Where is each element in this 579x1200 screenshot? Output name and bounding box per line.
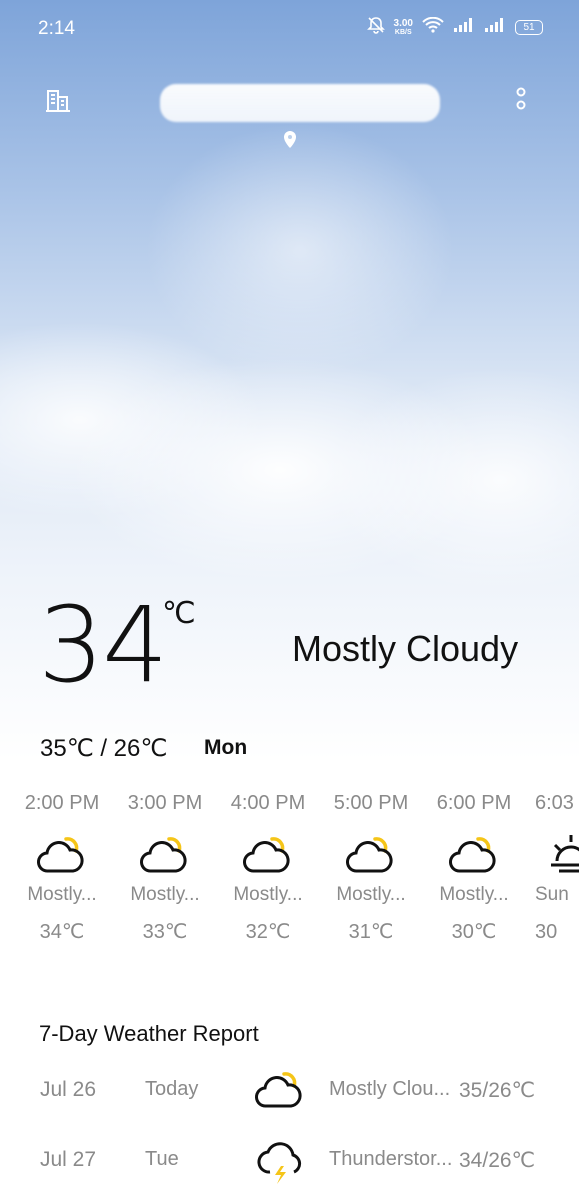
hour-time: 6:00 PM xyxy=(436,792,512,814)
hour-condition: Mostly... xyxy=(439,884,509,905)
battery-indicator: 51 xyxy=(515,20,543,35)
wifi-icon xyxy=(422,16,444,38)
hour-temperature: 33℃ xyxy=(142,921,188,943)
partly-cloudy-icon xyxy=(10,826,114,882)
status-time: 2:14 xyxy=(38,18,75,39)
more-options-icon[interactable] xyxy=(514,86,528,119)
day-name: Today xyxy=(145,1078,199,1100)
status-icons: 3.00 KB/S 51 xyxy=(366,16,543,39)
temperature-unit: ℃ xyxy=(162,597,196,630)
sunset-icon xyxy=(535,826,579,882)
partly-cloudy-icon xyxy=(319,826,423,882)
net-speed: 3.00 KB/S xyxy=(393,17,413,37)
hour-time: 4:00 PM xyxy=(230,792,306,814)
hourly-forecast[interactable]: 2:00 PM Mostly... 34℃ 3:00 PM Mostly... … xyxy=(0,790,579,960)
mute-bell-icon xyxy=(366,16,385,39)
hour-temperature: 32℃ xyxy=(245,921,291,943)
day-date: Jul 27 xyxy=(40,1148,97,1171)
hour-time: 3:00 PM xyxy=(127,792,203,814)
hour-temperature: 31℃ xyxy=(348,921,394,943)
hourly-item: 4:00 PM Mostly... 32℃ xyxy=(216,790,320,944)
hour-time: 6:03 xyxy=(535,792,574,814)
hour-temperature: 30 xyxy=(535,921,558,943)
hourly-item: 6:03 Sun 30 xyxy=(525,790,579,944)
hour-condition: Mostly... xyxy=(27,884,97,905)
signal-icon-2 xyxy=(484,17,506,38)
net-speed-value: 3.00 xyxy=(393,17,413,29)
hour-condition: Mostly... xyxy=(233,884,303,905)
hour-time: 5:00 PM xyxy=(333,792,409,814)
day-temperature: 34/26℃ xyxy=(459,1149,536,1172)
partly-cloudy-icon xyxy=(113,826,217,882)
hour-condition: Mostly... xyxy=(130,884,200,905)
day-temperature: 35/26℃ xyxy=(459,1079,536,1102)
partly-cloudy-icon xyxy=(422,826,526,882)
day-condition: Mostly Clou... xyxy=(329,1078,451,1100)
city-list-icon[interactable] xyxy=(44,86,72,119)
high-low-temperature: 35℃ / 26℃ xyxy=(40,735,168,762)
location-name[interactable] xyxy=(160,84,440,122)
day-condition: Thunderstor... xyxy=(329,1148,453,1170)
weekly-report-title: 7-Day Weather Report xyxy=(39,1021,259,1046)
location-pin-icon xyxy=(282,130,298,155)
hour-temperature: 30℃ xyxy=(451,921,497,943)
hourly-item: 6:00 PM Mostly... 30℃ xyxy=(422,790,526,944)
thunderstorm-icon xyxy=(254,1136,306,1193)
hourly-item: 3:00 PM Mostly... 33℃ xyxy=(113,790,217,944)
hourly-item: 5:00 PM Mostly... 31℃ xyxy=(319,790,423,944)
hour-temperature: 34℃ xyxy=(39,921,85,943)
hour-time: 2:00 PM xyxy=(24,792,100,814)
current-temperature: 34 xyxy=(38,584,168,706)
net-speed-unit: KB/S xyxy=(394,28,412,36)
list-item[interactable]: Jul 26 Today Mostly Clou... 35/26℃ xyxy=(0,1066,579,1126)
current-day: Mon xyxy=(204,736,248,759)
signal-icon-1 xyxy=(453,17,475,38)
current-condition: Mostly Cloudy xyxy=(292,628,519,669)
partly-cloudy-icon xyxy=(254,1066,306,1117)
partly-cloudy-icon xyxy=(216,826,320,882)
list-item[interactable]: Jul 27 Tue Thunderstor... 34/26℃ xyxy=(0,1136,579,1196)
hour-condition: Sun xyxy=(535,884,569,905)
day-date: Jul 26 xyxy=(40,1078,97,1101)
hourly-item: 2:00 PM Mostly... 34℃ xyxy=(10,790,114,944)
day-name: Tue xyxy=(145,1148,179,1170)
hour-condition: Mostly... xyxy=(336,884,406,905)
